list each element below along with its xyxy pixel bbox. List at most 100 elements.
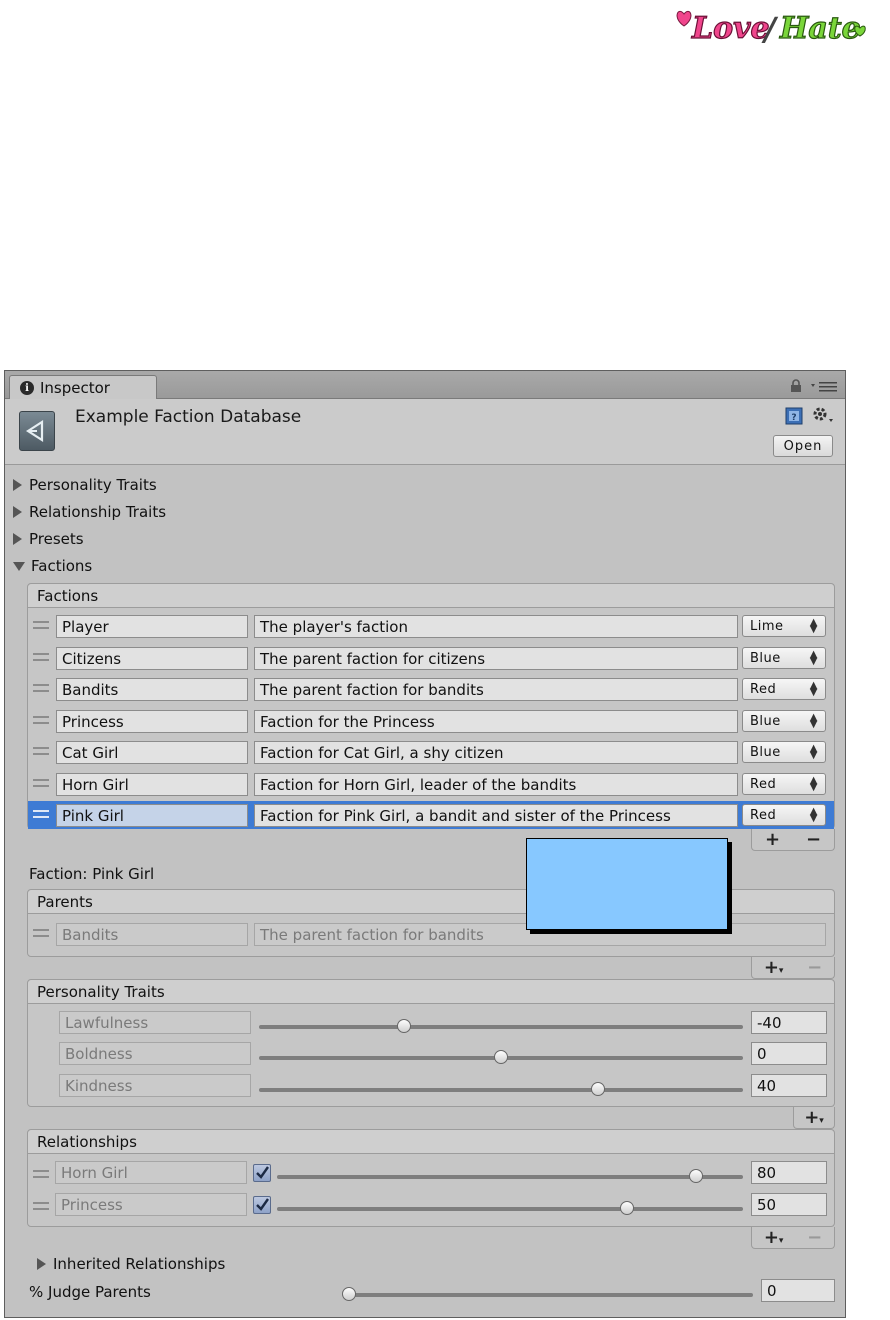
faction-row-selected[interactable]: Pink Girl Faction for Pink Girl, a bandi… <box>28 801 834 829</box>
add-parent-button[interactable]: +▾ <box>764 957 784 978</box>
faction-description-field[interactable]: The parent faction for citizens <box>254 647 738 670</box>
personality-traits-footer: +▾ <box>793 1107 835 1129</box>
foldout-label: Relationship Traits <box>29 503 167 521</box>
parent-name-field[interactable]: Bandits <box>56 923 248 946</box>
checkmark-icon <box>256 1198 269 1211</box>
faction-row[interactable]: Citizens The parent faction for citizens… <box>28 644 834 672</box>
inspector-header: Example Faction Database ? Open <box>5 399 845 465</box>
relationships-header: Relationships <box>28 1130 834 1154</box>
faction-name-field[interactable]: Player <box>56 615 248 638</box>
faction-color-popup[interactable]: Red ▲ ▼ <box>742 678 826 700</box>
relationship-checkbox[interactable] <box>253 1164 271 1182</box>
drag-handle-icon[interactable] <box>33 716 49 724</box>
tab-inspector[interactable]: i Inspector <box>9 375 157 400</box>
faction-color-popup[interactable]: Blue ▲ ▼ <box>742 710 826 732</box>
faction-row[interactable]: Cat Girl Faction for Cat Girl, a shy cit… <box>28 738 834 766</box>
relationship-value-field[interactable]: 80 <box>751 1161 827 1184</box>
faction-color-popup[interactable]: Red ▲ ▼ <box>742 804 826 826</box>
faction-description-field[interactable]: Faction for Pink Girl, a bandit and sist… <box>254 804 738 827</box>
drag-handle-icon[interactable] <box>33 779 49 787</box>
foldout-inherited-relationships[interactable]: Inherited Relationships <box>37 1253 225 1275</box>
foldout-factions[interactable]: Factions <box>13 555 92 577</box>
faction-description-field[interactable]: Faction for the Princess <box>254 710 738 733</box>
add-relationship-button[interactable]: +▾ <box>764 1227 784 1248</box>
faction-row[interactable]: Player The player's faction Lime ▲ ▼ <box>28 612 834 640</box>
trait-slider-thumb[interactable] <box>494 1050 508 1064</box>
drag-handle-icon[interactable] <box>33 810 49 818</box>
relationship-checkbox[interactable] <box>253 1196 271 1214</box>
faction-name-field[interactable]: Bandits <box>56 678 248 701</box>
faction-description-field[interactable]: Faction for Horn Girl, leader of the ban… <box>254 773 738 796</box>
faction-color-popup[interactable]: Red ▲ ▼ <box>742 773 826 795</box>
trait-slider-thumb[interactable] <box>590 1082 605 1096</box>
trait-value-field[interactable]: 40 <box>751 1074 827 1097</box>
relationship-value-field[interactable]: 50 <box>751 1193 827 1216</box>
relationship-slider-track[interactable] <box>277 1207 743 1211</box>
trait-slider-track[interactable] <box>259 1088 743 1092</box>
foldout-label: Factions <box>31 557 93 575</box>
gear-icon[interactable] <box>811 405 835 425</box>
drag-handle-icon[interactable] <box>33 747 49 755</box>
popup-arrows-icon: ▲ ▼ <box>809 775 818 793</box>
scriptable-object-icon <box>19 411 55 451</box>
drag-handle-icon[interactable] <box>33 621 49 629</box>
remove-relationship-button[interactable]: − <box>807 1227 822 1248</box>
love-hate-logo: Love / Hate <box>676 10 866 48</box>
faction-name-field[interactable]: Horn Girl <box>56 773 248 796</box>
faction-description-field[interactable]: Faction for Cat Girl, a shy citizen <box>254 741 738 764</box>
trait-value-field[interactable]: 0 <box>751 1042 827 1065</box>
help-book-icon[interactable]: ? <box>785 407 803 425</box>
faction-color-popup[interactable]: Blue ▲ ▼ <box>742 647 826 669</box>
judge-parents-value-field[interactable]: 0 <box>761 1279 835 1302</box>
svg-text:?: ? <box>791 413 796 423</box>
lock-icon[interactable] <box>789 379 803 393</box>
drag-handle-icon[interactable] <box>33 1170 49 1178</box>
faction-color-popup[interactable]: Lime ▲ ▼ <box>742 615 826 637</box>
relationship-slider-track[interactable] <box>277 1175 743 1179</box>
relationship-slider-thumb[interactable] <box>619 1201 634 1215</box>
faction-name-field[interactable]: Princess <box>56 710 248 733</box>
judge-parents-label: % Judge Parents <box>29 1283 151 1301</box>
add-trait-button[interactable]: +▾ <box>804 1107 824 1128</box>
popup-arrows-icon: ▲ ▼ <box>809 649 818 667</box>
faction-name-field[interactable]: Cat Girl <box>56 741 248 764</box>
foldout-label: Personality Traits <box>29 476 157 494</box>
judge-parents-slider-track[interactable] <box>349 1293 753 1297</box>
faction-row[interactable]: Bandits The parent faction for bandits R… <box>28 675 834 703</box>
tab-menu-icon[interactable] <box>811 379 839 393</box>
open-button[interactable]: Open <box>773 435 833 457</box>
add-faction-button[interactable]: + <box>765 829 780 850</box>
drag-handle-icon[interactable] <box>33 684 49 692</box>
faction-row[interactable]: Princess Faction for the Princess Blue ▲ ▼ <box>28 707 834 735</box>
collapsed-arrow-icon <box>13 479 22 491</box>
relationships-footer: +▾ − <box>751 1227 835 1249</box>
faction-name-field[interactable]: Pink Girl <box>56 804 248 827</box>
foldout-presets[interactable]: Presets <box>13 528 84 550</box>
faction-description-field[interactable]: The parent faction for bandits <box>254 678 738 701</box>
faction-color-value: Red <box>750 681 777 697</box>
drag-handle-icon[interactable] <box>33 929 49 937</box>
faction-color-value: Blue <box>750 713 781 729</box>
faction-name-field[interactable]: Citizens <box>56 647 248 670</box>
faction-color-popup[interactable]: Blue ▲ ▼ <box>742 741 826 763</box>
faction-color-value: Blue <box>750 744 781 760</box>
foldout-relationship-traits[interactable]: Relationship Traits <box>13 501 166 523</box>
faction-color-value: Red <box>750 776 777 792</box>
faction-row[interactable]: Horn Girl Faction for Horn Girl, leader … <box>28 770 834 798</box>
trait-value-field[interactable]: -40 <box>751 1011 827 1034</box>
trait-slider-track[interactable] <box>259 1025 743 1029</box>
popup-arrows-icon: ▲ ▼ <box>809 680 818 698</box>
faction-detail-label: Faction: Pink Girl <box>29 865 155 883</box>
factions-list-header: Factions <box>28 584 834 608</box>
foldout-personality-traits[interactable]: Personality Traits <box>13 474 157 496</box>
popup-arrows-icon: ▲ ▼ <box>809 806 818 824</box>
faction-description-field[interactable]: The player's faction <box>254 615 738 638</box>
drag-handle-icon[interactable] <box>33 653 49 661</box>
logo-slash: / <box>761 10 779 48</box>
judge-parents-slider-thumb[interactable] <box>342 1287 356 1301</box>
drag-handle-icon[interactable] <box>33 1202 49 1210</box>
asset-title: Example Faction Database <box>75 407 302 427</box>
remove-faction-button[interactable]: − <box>806 829 821 850</box>
trait-name-field: Lawfulness <box>59 1011 251 1034</box>
remove-parent-button[interactable]: − <box>807 957 822 978</box>
